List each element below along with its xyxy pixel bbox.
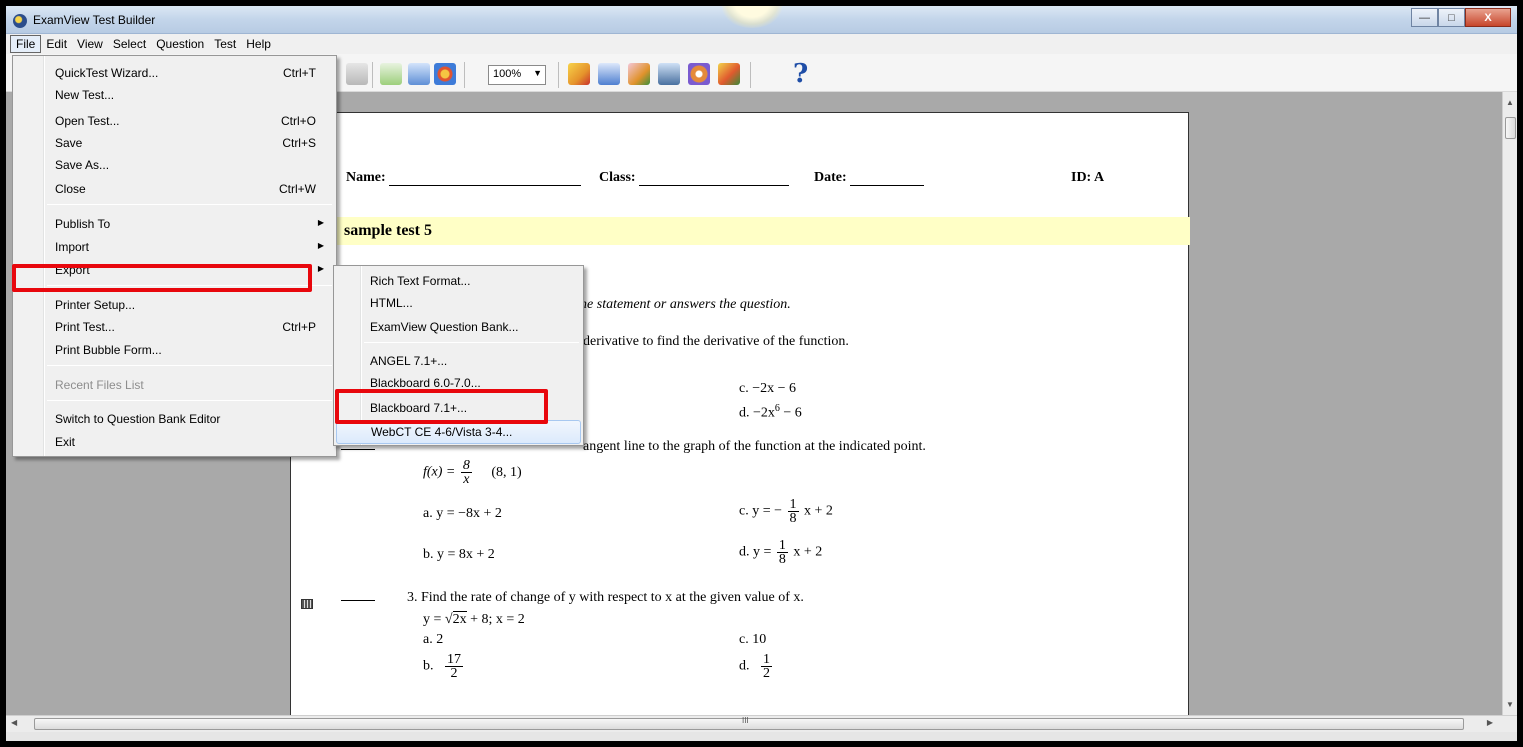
numbered-list-icon[interactable] — [598, 63, 620, 85]
toolbar-separator — [558, 62, 559, 88]
window-title: ExamView Test Builder — [33, 13, 156, 27]
export-examview-question-bank[interactable]: ExamView Question Bank... — [336, 316, 581, 338]
test-title-banner: sample test 5 — [291, 217, 1190, 245]
menu-select[interactable]: Select — [108, 36, 151, 52]
answer-key-icon[interactable] — [688, 63, 710, 85]
app-icon — [13, 14, 27, 28]
q2-choice-a: a. y = −8x + 2 — [423, 506, 502, 521]
objectives-icon[interactable] — [658, 63, 680, 85]
blackboard-highlight-box — [335, 389, 548, 424]
horizontal-scroll-thumb[interactable] — [34, 718, 1464, 730]
file-menu: QuickTest Wizard... Ctrl+T New Test... Op… — [12, 55, 337, 457]
menu-separator — [364, 342, 579, 343]
name-field: Name: — [346, 170, 582, 186]
narrative-icon[interactable] — [380, 63, 402, 85]
q2-choice-b: b. y = 8x + 2 — [423, 547, 495, 562]
toolbar-separator — [750, 62, 751, 88]
vertical-scroll-thumb[interactable] — [1505, 117, 1516, 139]
export-html[interactable]: HTML... — [336, 292, 581, 314]
date-field: Date: — [814, 170, 925, 186]
q3-choice-b: b. 17 2 — [423, 652, 463, 681]
edit-test-icon[interactable] — [568, 63, 590, 85]
menu-test[interactable]: Test — [209, 36, 241, 52]
close-button[interactable]: X — [1465, 8, 1511, 27]
menu-item-save-as[interactable]: Save As... — [15, 154, 334, 176]
question-info-icon[interactable] — [346, 63, 368, 85]
menu-item-print-test[interactable]: Print Test... Ctrl+P — [15, 316, 334, 338]
menu-item-quicktest-wizard[interactable]: QuickTest Wizard... Ctrl+T — [15, 62, 334, 84]
vertical-scrollbar[interactable]: ▲ ▼ — [1502, 92, 1517, 715]
test-title: sample test 5 — [344, 222, 432, 239]
q3-equation: y = √2x + 8; x = 2 — [423, 611, 525, 627]
menu-bar: File Edit View Select Question Test Help — [6, 34, 1517, 54]
q3-choice-c: c. 10 — [739, 632, 767, 647]
toolbar-separator — [464, 62, 465, 88]
scramble-icon[interactable] — [628, 63, 650, 85]
menu-edit[interactable]: Edit — [41, 36, 72, 52]
q1-choice-c: c. −2x − 6 — [739, 381, 797, 396]
q1-choice-d: d. −2x6 − 6 — [739, 403, 802, 421]
menu-item-close[interactable]: Close Ctrl+W — [15, 178, 334, 200]
menu-item-open-test[interactable]: Open Test... Ctrl+O — [15, 110, 334, 132]
submenu-arrow-icon: ▶ — [317, 218, 324, 227]
class-field: Class: — [599, 170, 790, 186]
export-angel[interactable]: ANGEL 7.1+... — [336, 350, 581, 372]
menu-view[interactable]: View — [72, 36, 108, 52]
list-view-icon[interactable] — [408, 63, 430, 85]
menu-question[interactable]: Question — [151, 36, 209, 52]
submenu-arrow-icon: ▶ — [317, 264, 324, 273]
submenu-arrow-icon: ▶ — [317, 241, 324, 250]
menu-file[interactable]: File — [10, 35, 42, 53]
menu-separator — [47, 400, 332, 401]
title-bar: ExamView Test Builder — □ X — [6, 6, 1517, 34]
menu-item-exit[interactable]: Exit — [15, 431, 334, 453]
scroll-down-icon[interactable]: ▼ — [1506, 700, 1514, 709]
menu-separator — [47, 365, 332, 366]
menu-separator — [47, 204, 332, 205]
q2-choice-c: c. y = − 18 x + 2 — [739, 497, 833, 526]
q2-function: f(x) = 8x (8, 1) — [423, 458, 522, 487]
menu-item-import[interactable]: Import ▶ — [15, 236, 334, 258]
maximize-button[interactable]: □ — [1438, 8, 1465, 27]
menu-item-switch-to-question-bank-editor[interactable]: Switch to Question Bank Editor — [15, 408, 334, 430]
question-3-stem: 3. Find the rate of change of y with res… — [407, 590, 804, 605]
toolbar-separator — [372, 62, 373, 88]
menu-item-new-test[interactable]: New Test... — [15, 84, 334, 106]
menu-help[interactable]: Help — [241, 36, 276, 52]
minimize-button[interactable]: — — [1411, 8, 1438, 27]
examview-window: ExamView Test Builder — □ X File Edit Vi… — [6, 6, 1517, 741]
q2-choice-d: d. y = 18 x + 2 — [739, 538, 823, 567]
menu-item-recent-files: Recent Files List — [55, 378, 144, 392]
export-highlight-box — [12, 264, 312, 292]
id-label: ID: A — [1071, 170, 1105, 185]
help-icon[interactable]: ? — [793, 59, 808, 89]
calculator-icon — [301, 599, 313, 609]
color-icon[interactable] — [434, 63, 456, 85]
horizontal-scrollbar[interactable]: ◀ III ▶ — [6, 715, 1517, 732]
chevron-down-icon: ▼ — [533, 68, 542, 78]
scroll-grip: III — [742, 716, 749, 725]
status-bar — [6, 732, 1517, 741]
scroll-left-icon[interactable]: ◀ — [11, 718, 17, 727]
zoom-value: 100% — [493, 68, 522, 80]
q3-choice-d: d. 12 — [739, 652, 772, 681]
scroll-up-icon[interactable]: ▲ — [1506, 98, 1514, 107]
question-1-stem: derivative to find the derivative of the… — [583, 334, 849, 349]
export-rich-text-format[interactable]: Rich Text Format... — [336, 270, 581, 292]
scroll-right-icon[interactable]: ▶ — [1487, 718, 1493, 727]
menu-item-publish-to[interactable]: Publish To ▶ — [15, 213, 334, 235]
q3-choice-a: a. 2 — [423, 632, 444, 647]
question-3-blank — [341, 590, 375, 606]
zoom-select[interactable]: 100% ▼ — [488, 65, 546, 85]
question-2-stem: angent line to the graph of the function… — [583, 439, 926, 454]
instructions-text: es the statement or answers the question… — [561, 297, 791, 312]
menu-item-save[interactable]: Save Ctrl+S — [15, 132, 334, 154]
grade-icon[interactable] — [718, 63, 740, 85]
menu-item-printer-setup[interactable]: Printer Setup... — [15, 294, 334, 316]
menu-item-print-bubble-form[interactable]: Print Bubble Form... — [15, 339, 334, 361]
title-glow — [722, 6, 782, 28]
